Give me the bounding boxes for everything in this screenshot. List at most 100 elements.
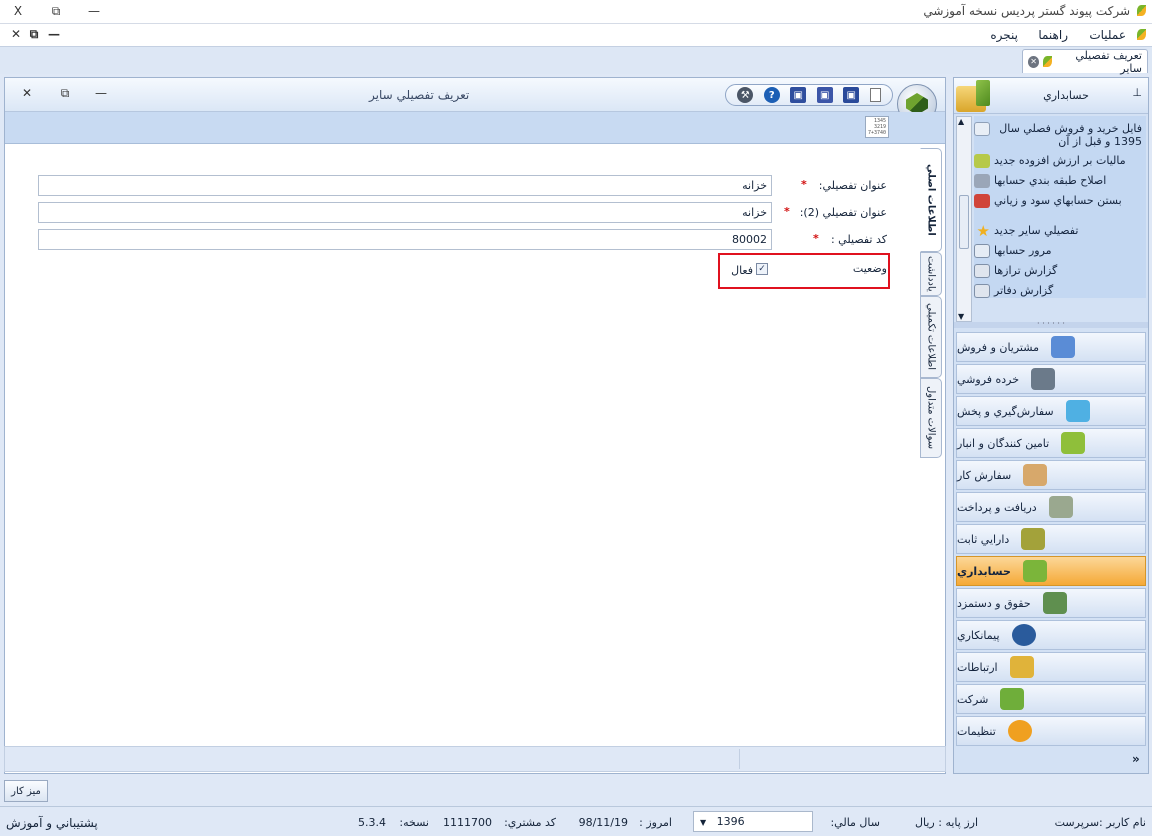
- work-order-icon: [1023, 464, 1048, 486]
- nav-payroll[interactable]: حقوق و دستمزد: [956, 588, 1146, 618]
- task-item[interactable]: ماليات بر ارزش افزوده جديد: [974, 154, 1142, 168]
- nav-fixed-assets[interactable]: دارايي ثابت: [956, 524, 1146, 554]
- edit-icon: [974, 174, 990, 188]
- tab-faq[interactable]: سوالات متداول: [920, 378, 942, 458]
- tab-additional-info[interactable]: اطلاعات تكميلي: [920, 296, 942, 378]
- required-mark: *: [813, 232, 819, 245]
- tab-label: تعريف تفصيلي ساير: [1075, 48, 1142, 75]
- save-new-icon[interactable]: ▣: [816, 87, 833, 103]
- restore-window-button[interactable]: ⧉: [46, 4, 66, 19]
- nav-receipts-payments[interactable]: دريافت و پرداخت: [956, 492, 1146, 522]
- app-title: شركت پيوند گستر پرديس نسخه آموزشي: [923, 4, 1130, 18]
- document-tab-strip: تعريف تفصيلي ساير ✕: [0, 46, 1152, 75]
- status-base-currency: ارز پايه : ريال: [915, 816, 978, 829]
- sidebar-header-title: حسابداري: [1043, 89, 1089, 102]
- mdi-minimize-button[interactable]: —: [44, 27, 64, 41]
- desk-button[interactable]: ميز كار: [4, 780, 48, 802]
- title2-field[interactable]: خزانه: [38, 202, 772, 223]
- tab-define-other-detail[interactable]: تعريف تفصيلي ساير ✕: [1022, 48, 1148, 75]
- close-book-icon: [974, 194, 990, 208]
- right-sidebar: حسابداري ⊥ ▲ ▼ فايل خريد و فروش فصلي سال…: [953, 77, 1149, 774]
- close-window-button[interactable]: X: [8, 4, 28, 18]
- highlight-box: [718, 253, 890, 289]
- bottom-strip-panel: [739, 749, 943, 769]
- nav-work-order[interactable]: سفارش كار: [956, 460, 1146, 490]
- gear-icon: [1007, 720, 1032, 742]
- assets-icon: [1021, 528, 1046, 550]
- code-label: كد تفصيلي :: [830, 233, 887, 246]
- task-item[interactable]: فايل خريد و فروش فصلي سال 1395 و قبل از …: [974, 122, 1142, 148]
- nav-label: حقوق و دستمزد: [957, 596, 1031, 610]
- nav-settings[interactable]: تنظيمات: [956, 716, 1146, 746]
- tab-notes[interactable]: يادداشت: [920, 252, 942, 296]
- calculator-icon[interactable]: 1345 3219 7+3740: [865, 116, 889, 138]
- tasks-scrollbar[interactable]: ▲ ▼: [956, 116, 972, 322]
- task-item[interactable]: مرور حسابها: [974, 244, 1142, 258]
- scroll-up-icon[interactable]: ▲: [958, 117, 964, 126]
- nav-ordering-distribution[interactable]: سفارش‌گيري و پخش: [956, 396, 1146, 426]
- nav-label: مشتريان و فروش: [957, 340, 1039, 354]
- task-label: اصلاح طبقه بندي حسابها: [994, 174, 1107, 187]
- task-item[interactable]: اصلاح طبقه بندي حسابها: [974, 174, 1142, 188]
- tab-logo-icon: [1043, 56, 1052, 67]
- task-label: مرور حسابها: [994, 244, 1052, 257]
- minimize-window-button[interactable]: —: [84, 4, 104, 18]
- warehouse-icon: [1061, 432, 1086, 454]
- box-icon: [1065, 400, 1090, 422]
- nav-label: دارايي ثابت: [957, 532, 1010, 546]
- inner-minimize-button[interactable]: —: [91, 86, 111, 100]
- menu-item-window[interactable]: پنجره: [990, 28, 1018, 42]
- scroll-down-icon[interactable]: ▼: [958, 312, 964, 321]
- tab-close-icon[interactable]: ✕: [1028, 55, 1040, 68]
- ledger-icon: [974, 284, 990, 298]
- task-item[interactable]: گزارش ترازها: [974, 264, 1142, 278]
- task-label: گزارش دفاتر: [994, 284, 1054, 297]
- title-field[interactable]: خزانه: [38, 175, 772, 196]
- task-item[interactable]: بستن حسابهاي سود و زياني: [974, 194, 1142, 208]
- menu-item-help[interactable]: راهنما: [1038, 28, 1068, 42]
- nav-label: حسابداري: [957, 564, 1011, 578]
- status-version-label: نسخه:: [399, 816, 429, 829]
- inner-restore-button[interactable]: ⧉: [55, 86, 75, 101]
- nav-label: سفارش كار: [957, 468, 1012, 482]
- company-icon: [1000, 688, 1025, 710]
- status-customer-code: 1111700: [443, 816, 492, 829]
- status-user: نام كاربر :سرپرست: [1054, 816, 1146, 829]
- nav-label: سفارش‌گيري و پخش: [957, 404, 1054, 418]
- task-label: ماليات بر ارزش افزوده جديد: [994, 154, 1126, 167]
- nav-company[interactable]: شركت: [956, 684, 1146, 714]
- support-link[interactable]: پشتيباني و آموزش: [6, 816, 98, 830]
- sidebar-splitter[interactable]: · · · · · ·: [954, 320, 1148, 328]
- mdi-close-button[interactable]: ✕: [6, 27, 26, 41]
- code-field[interactable]: 80002: [38, 229, 772, 250]
- nav-communications[interactable]: ارتباطات: [956, 652, 1146, 682]
- payment-icon: [1048, 496, 1073, 518]
- tools-icon[interactable]: ⚒: [737, 87, 754, 103]
- task-item[interactable]: تفصيلي ساير جديد ★: [974, 224, 1142, 239]
- pin-icon[interactable]: ⊥: [1132, 86, 1142, 99]
- mdi-restore-button[interactable]: ⧉: [24, 27, 44, 42]
- scroll-thumb[interactable]: [959, 195, 969, 249]
- inner-close-button[interactable]: ✕: [17, 86, 37, 100]
- nav-accounting[interactable]: حسابداري: [956, 556, 1146, 586]
- expand-chevron-icon[interactable]: »: [1132, 752, 1140, 766]
- nav-retail[interactable]: خرده فروشي: [956, 364, 1146, 394]
- help-icon[interactable]: ?: [763, 87, 780, 103]
- required-mark: *: [801, 178, 807, 191]
- nav-contracting[interactable]: پيمانكاري: [956, 620, 1146, 650]
- title2-label: عنوان تفصيلي (2):: [799, 206, 887, 219]
- sidebar-header: حسابداري ⊥: [954, 78, 1148, 114]
- form-body: خزانه * عنوان تفصيلي: خزانه * عنوان تفصي…: [5, 144, 917, 744]
- menu-item-operations[interactable]: عمليات: [1089, 28, 1126, 42]
- nav-suppliers-warehouse[interactable]: تامين كنندگان و انبار: [956, 428, 1146, 458]
- save-icon[interactable]: ▣: [843, 87, 860, 103]
- menu-logo-icon: [1137, 29, 1146, 40]
- task-item[interactable]: گزارش دفاتر: [974, 284, 1142, 298]
- tab-main-info[interactable]: اطلاعات اصلي: [920, 148, 942, 252]
- fiscal-year-select[interactable]: ▼ 1396: [693, 811, 813, 832]
- inner-window-header: ✕ ⧉ — تعريف تفصيلي ساير ⚒ ? ▣ ▣ ▣: [5, 78, 945, 124]
- tax-icon: [974, 154, 990, 168]
- new-document-icon[interactable]: [869, 88, 881, 102]
- save-close-icon[interactable]: ▣: [790, 87, 807, 103]
- nav-customers-sales[interactable]: مشتريان و فروش: [956, 332, 1146, 362]
